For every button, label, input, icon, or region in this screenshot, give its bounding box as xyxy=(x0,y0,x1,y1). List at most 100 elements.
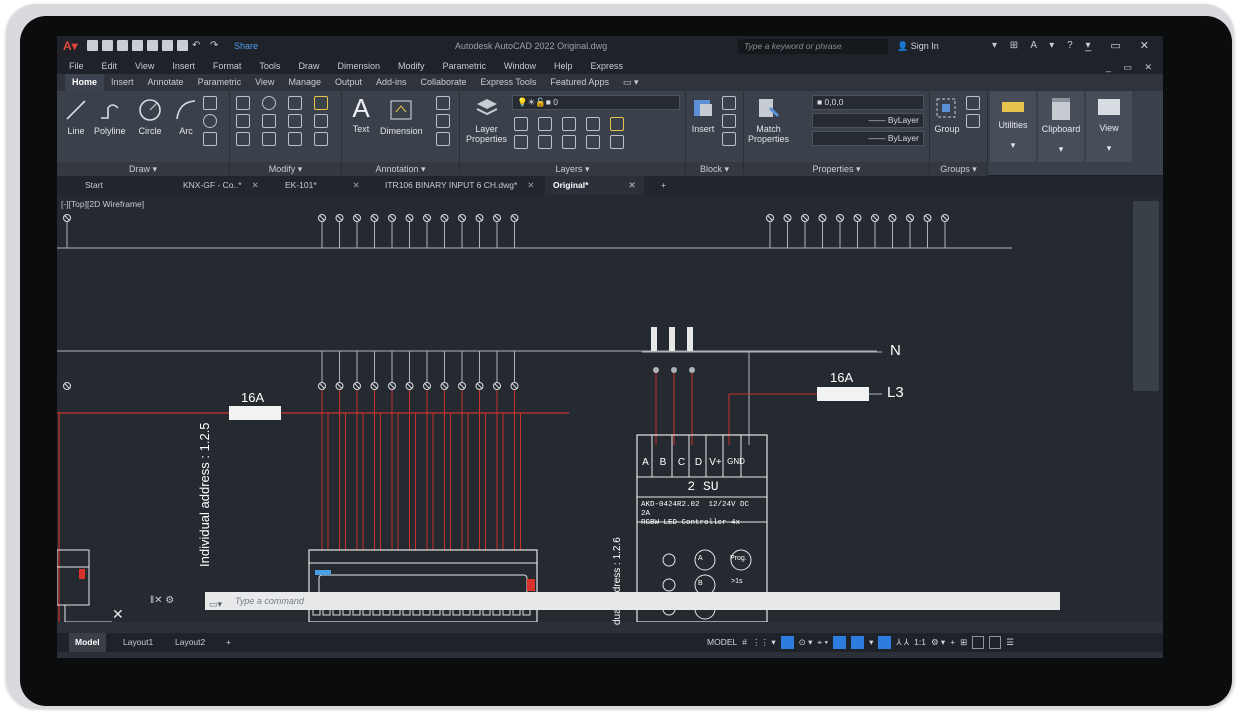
multileader-icon[interactable] xyxy=(436,114,450,128)
trim-icon[interactable] xyxy=(288,96,302,110)
layer-tool-8-icon[interactable] xyxy=(562,135,576,149)
ungroup-icon[interactable] xyxy=(966,96,980,110)
layer-tool-1-icon[interactable] xyxy=(514,117,528,131)
polyline-tool[interactable]: Polyline xyxy=(94,97,126,136)
file-tab-ek-101[interactable]: EK-101* ✕ xyxy=(277,176,368,195)
print-icon[interactable] xyxy=(177,40,188,51)
group-edit-icon[interactable] xyxy=(966,114,980,128)
otrack-icon[interactable] xyxy=(833,636,847,649)
layer-tool-7-icon[interactable] xyxy=(538,135,552,149)
new-tab-button[interactable]: + xyxy=(653,176,674,195)
search-input[interactable]: Type a keyword or phrase xyxy=(738,39,888,54)
layout1-tab[interactable]: Layout1 xyxy=(117,633,159,652)
close-icon[interactable]: ✕ xyxy=(527,180,534,190)
modify-panel-label[interactable]: Modify ▾ xyxy=(230,162,341,176)
edit-block-icon[interactable] xyxy=(722,114,736,128)
close-icon[interactable]: ✕ xyxy=(252,180,259,190)
share-button[interactable]: Share xyxy=(234,41,258,51)
file-tab-itr106[interactable]: ITR106 BINARY INPUT 6 CH.dwg* ✕ xyxy=(377,176,542,195)
layer-properties-tool[interactable]: Layer Properties xyxy=(466,95,507,144)
isolate-icon[interactable] xyxy=(972,636,985,649)
properties-panel-label[interactable]: Properties ▾ xyxy=(744,162,929,176)
draw-panel-label[interactable]: Draw ▾ xyxy=(57,162,229,176)
mirror-icon[interactable] xyxy=(262,114,276,128)
sign-in-button[interactable]: 👤 Sign In xyxy=(897,41,939,52)
tab-annotate[interactable]: Annotate xyxy=(141,74,191,91)
layer-tool-3-icon[interactable] xyxy=(562,117,576,131)
drawing-canvas[interactable]: ✕ [-][Top][2D Wireframe] 16A 16A N L3 In… xyxy=(57,195,1163,625)
lineweight-icon[interactable] xyxy=(851,636,865,649)
color-dropdown[interactable]: ■ 0,0,0 xyxy=(812,95,924,110)
close-icon[interactable]: ✕ xyxy=(628,180,635,190)
insert-tool[interactable]: Insert xyxy=(690,95,716,134)
menu-window[interactable]: Window xyxy=(504,58,536,74)
scale-icon[interactable] xyxy=(262,132,276,146)
lineweight-dropdown[interactable]: —— ByLayer xyxy=(812,131,924,146)
menu-help[interactable]: Help xyxy=(554,58,573,74)
menu-dimension[interactable]: Dimension xyxy=(337,58,380,74)
fillet-icon[interactable] xyxy=(288,114,302,128)
move-icon[interactable] xyxy=(236,96,250,110)
match-properties-tool[interactable]: Match Properties xyxy=(748,95,789,144)
grid-icon[interactable]: # xyxy=(742,636,747,649)
hatch-icon[interactable] xyxy=(203,132,217,146)
autocad-logo-icon[interactable]: A▾ xyxy=(63,39,78,53)
plus-icon[interactable]: + xyxy=(950,636,955,649)
units-icon[interactable]: ⊞ xyxy=(960,636,967,649)
dimension-tool[interactable]: Dimension xyxy=(380,97,423,136)
add-layout-button[interactable]: + xyxy=(220,633,237,652)
layer-tool-4-icon[interactable] xyxy=(586,117,600,131)
group-tool[interactable]: Group xyxy=(934,95,960,134)
rotate-icon[interactable] xyxy=(262,96,276,110)
table-icon[interactable] xyxy=(436,132,450,146)
file-tab-start[interactable]: Start xyxy=(77,176,111,195)
layer-tool-5-icon[interactable] xyxy=(610,117,624,131)
redo-icon[interactable]: ↷ xyxy=(210,40,224,51)
create-block-icon[interactable] xyxy=(722,96,736,110)
tab-parametric[interactable]: Parametric xyxy=(191,74,249,91)
menu-modify[interactable]: Modify xyxy=(398,58,425,74)
ribbon-toggle-icon[interactable]: ▭ ▾ xyxy=(616,74,646,91)
annotation-panel-label[interactable]: Annotation ▾ xyxy=(342,162,459,176)
menu-format[interactable]: Format xyxy=(213,58,242,74)
layer-tool-9-icon[interactable] xyxy=(586,135,600,149)
ellipse-icon[interactable] xyxy=(203,114,217,128)
ortho-icon[interactable] xyxy=(780,636,794,649)
file-tab-knx-gf[interactable]: KNX-GF - Co..* ✕ xyxy=(175,176,267,195)
snap-icon[interactable]: ⋮⋮ ▾ xyxy=(752,636,776,649)
tab-featured-apps[interactable]: Featured Apps xyxy=(543,74,616,91)
model-tab[interactable]: Model xyxy=(69,633,106,652)
customize-menu-icon[interactable]: ☰ xyxy=(1006,636,1014,649)
command-line-input[interactable]: ▭▾ Type a command xyxy=(205,592,1060,610)
tab-view[interactable]: View xyxy=(248,74,281,91)
save-as-icon[interactable] xyxy=(132,40,143,51)
annotation-visibility-icon[interactable] xyxy=(878,636,892,649)
tab-express-tools[interactable]: Express Tools xyxy=(474,74,544,91)
layer-tool-10-icon[interactable] xyxy=(610,135,624,149)
open-file-icon[interactable] xyxy=(102,40,113,51)
model-space-toggle[interactable]: MODEL xyxy=(707,636,737,649)
menu-tools[interactable]: Tools xyxy=(259,58,280,74)
line-tool[interactable]: Line xyxy=(63,97,89,136)
command-line-controls[interactable]: ‖✕ ⚙ xyxy=(150,595,174,606)
cart-and-help-icons[interactable]: ▾ ⊞ A ▾ ? ▾ xyxy=(992,40,1095,51)
clipboard-button[interactable]: Clipboard ▾ xyxy=(1038,91,1084,162)
close-icon[interactable]: ✕ xyxy=(353,180,360,190)
plot-icon[interactable] xyxy=(162,40,173,51)
tab-manage[interactable]: Manage xyxy=(281,74,328,91)
rectangle-icon[interactable] xyxy=(203,96,217,110)
explode-icon[interactable] xyxy=(314,114,328,128)
doc-window-controls[interactable]: _ ▭ ✕ xyxy=(1106,59,1157,75)
menu-view[interactable]: View xyxy=(135,58,154,74)
tab-add-ins[interactable]: Add-ins xyxy=(369,74,414,91)
viewport-label[interactable]: [-][Top][2D Wireframe] xyxy=(61,199,144,209)
leader-icon[interactable] xyxy=(436,96,450,110)
layout2-tab[interactable]: Layout2 xyxy=(169,633,211,652)
new-file-icon[interactable] xyxy=(87,40,98,51)
selection-cycle-icon[interactable]: ▾ xyxy=(869,636,873,649)
menu-express[interactable]: Express xyxy=(591,58,624,74)
fullscreen-icon[interactable] xyxy=(989,636,1002,649)
utilities-button[interactable]: Utilities ▾ xyxy=(990,91,1036,162)
annotation-scale-icon[interactable]: ⅄ ⅄ xyxy=(896,636,909,649)
circle-tool[interactable]: Circle xyxy=(137,97,163,136)
